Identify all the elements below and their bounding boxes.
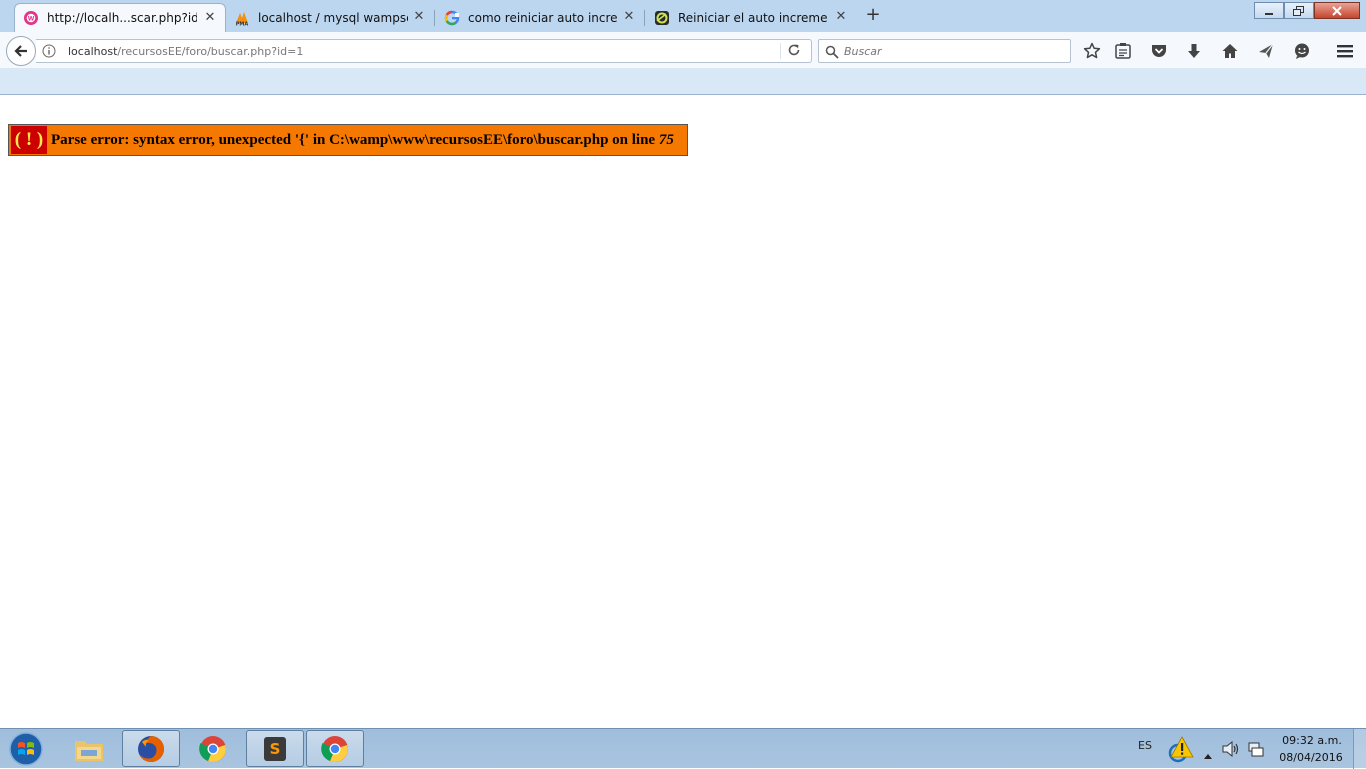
error-line-number: 75 [658,131,674,148]
google-icon [444,10,460,26]
tab-google[interactable]: como reiniciar auto increm... ✕ [436,3,644,32]
php-error-box: ( ! ) Parse error: syntax error, unexpec… [8,124,688,156]
close-window-icon[interactable] [1314,2,1360,19]
url-host: localhost [68,45,118,58]
chat-icon[interactable] [1293,42,1311,60]
tab-separator [644,10,645,26]
navigation-bar: localhost/recursosEE/foro/buscar.php?id=… [0,32,1366,68]
tab-active[interactable]: W http://localh...scar.php?id=1 ✕ [14,3,226,32]
tab-close-icon[interactable]: ✕ [412,10,426,24]
search-bar[interactable] [818,39,1071,63]
url-bar[interactable]: localhost/recursosEE/foro/buscar.php?id=… [36,39,812,63]
show-hidden-icons-icon[interactable] [1204,744,1212,763]
search-icon [825,44,839,59]
tab-close-icon[interactable]: ✕ [622,10,636,24]
download-icon[interactable] [1185,42,1203,60]
action-center-icon[interactable] [1248,741,1264,761]
clock-date[interactable]: 08/04/2016 [1278,751,1344,764]
restore-icon[interactable] [1284,2,1314,19]
network-warning-icon[interactable] [1166,735,1196,769]
info-icon[interactable] [42,44,56,58]
tab-title: http://localh...scar.php?id=1 [47,11,197,25]
language-indicator[interactable]: ES [1138,739,1152,752]
window-controls [1254,2,1360,19]
tab-title: localhost / mysql wampser... [258,10,408,25]
clock-time[interactable]: 09:32 a.m. [1282,734,1342,747]
volume-icon[interactable] [1222,740,1240,761]
back-button[interactable] [6,36,36,66]
home-icon[interactable] [1221,42,1239,60]
wampserver-icon: W [23,10,39,26]
tab-close-icon[interactable]: ✕ [203,11,217,25]
windows-taskbar: S ES 09:32 a.m. 08/04/2016 [0,728,1366,769]
windows-start-icon[interactable] [6,730,46,768]
show-desktop-button[interactable] [1353,729,1366,769]
pocket-icon[interactable] [1150,42,1168,60]
bookmarks-toolbar [0,68,1366,95]
error-text: Parse error: syntax error, unexpected '{… [51,131,659,148]
error-badge: ( ! ) [11,126,47,154]
url-path: /recursosEE/foro/buscar.php?id=1 [117,45,304,58]
site-icon [654,10,670,26]
svg-text:S: S [270,740,281,758]
back-arrow-icon [14,45,27,57]
svg-text:W: W [28,16,35,23]
svg-text:PMA: PMA [236,21,249,26]
minimize-icon[interactable] [1254,2,1284,19]
tab-reiniciar[interactable]: Reiniciar el auto increment... ✕ [646,3,856,32]
tab-separator [434,10,435,26]
tab-title: Reiniciar el auto increment... [678,10,828,25]
url-text[interactable]: localhost/recursosEE/foro/buscar.php?id=… [68,45,303,58]
search-input[interactable] [844,42,1064,60]
share-icon[interactable] [1257,42,1275,60]
tab-title: como reiniciar auto increm... [468,10,618,25]
chrome-icon[interactable] [306,730,364,767]
firefox-icon[interactable] [122,730,180,767]
tab-phpmyadmin[interactable]: PMA localhost / mysql wampser... ✕ [226,3,434,32]
reading-list-icon[interactable] [1114,42,1132,60]
bookmark-star-icon[interactable] [1083,42,1101,60]
file-explorer-icon[interactable] [60,730,118,767]
error-message: Parse error: syntax error, unexpected '{… [51,132,674,149]
menu-icon[interactable] [1336,42,1354,60]
tab-strip: W http://localh...scar.php?id=1 ✕ PMA lo… [0,0,1366,32]
sublime-text-icon[interactable]: S [246,730,304,767]
tab-close-icon[interactable]: ✕ [834,10,848,24]
chrome-icon[interactable] [184,730,242,767]
new-tab-button[interactable]: + [864,6,882,25]
reload-icon[interactable] [780,43,803,59]
phpmyadmin-icon: PMA [234,10,250,26]
